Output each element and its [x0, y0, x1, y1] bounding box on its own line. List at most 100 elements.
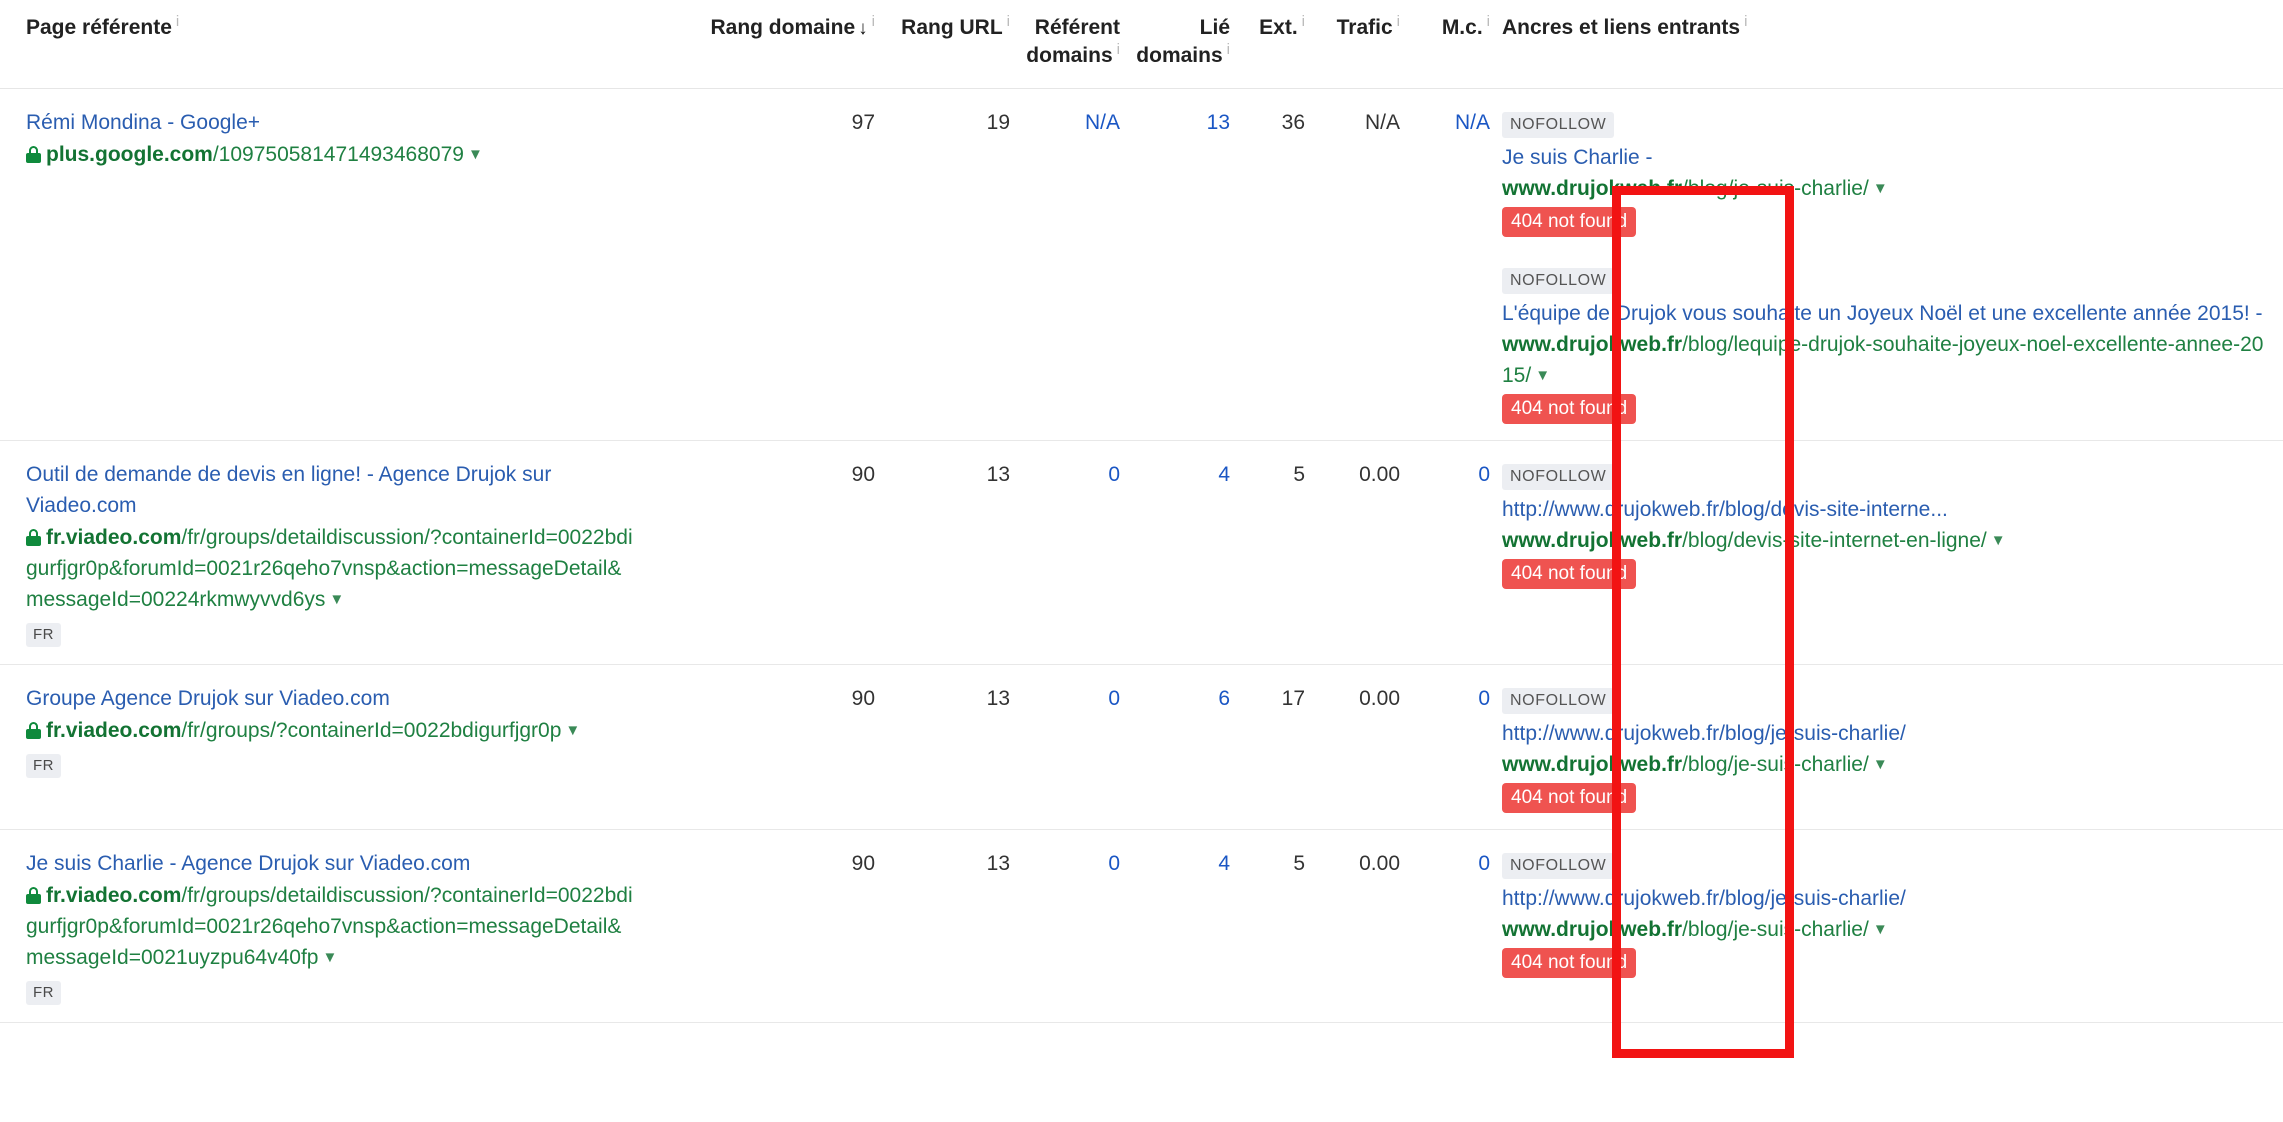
cell-referent-domains-value[interactable]: N/A: [1085, 111, 1120, 134]
column-header-page-referente[interactable]: Page référente i: [0, 0, 660, 89]
cell-mc: 0: [1400, 829, 1490, 1023]
anchor-text-link[interactable]: http://www.drujokweb.fr/blog/devis-site-…: [1502, 494, 2273, 525]
info-icon[interactable]: i: [1227, 41, 1230, 58]
referring-page-title-link[interactable]: Rémi Mondina - Google+: [26, 107, 638, 138]
cell-mc-value[interactable]: 0: [1478, 852, 1490, 875]
target-url-domain: www.drujokweb.fr: [1502, 333, 1683, 356]
anchor-text-link[interactable]: http://www.drujokweb.fr/blog/je-suis-cha…: [1502, 883, 2273, 914]
column-label-page-referente: Page référente: [26, 16, 172, 39]
referring-page-url[interactable]: plus.google.com/109750581471493468079 ▼: [26, 139, 638, 170]
cell-referent-domains-value[interactable]: 0: [1108, 463, 1120, 486]
info-icon[interactable]: i: [1397, 13, 1400, 30]
cell-ext-value: 36: [1281, 111, 1305, 134]
cell-ext-value: 17: [1281, 687, 1305, 710]
cell-mc-value[interactable]: N/A: [1455, 111, 1490, 134]
target-url[interactable]: www.drujokweb.fr/blog/je-suis-charlie/▼: [1502, 749, 2273, 780]
cell-rang-url-value: 13: [986, 463, 1010, 486]
anchor-block: NOFOLLOW http://www.drujokweb.fr/blog/je-…: [1502, 683, 2273, 813]
sort-descending-icon[interactable]: ↓: [858, 18, 868, 39]
info-icon[interactable]: i: [1744, 13, 1747, 30]
target-url-domain: www.drujokweb.fr: [1502, 753, 1683, 776]
target-url[interactable]: www.drujokweb.fr/blog/je-suis-charlie/▼: [1502, 914, 2273, 945]
column-label-referent-line2: domains: [1026, 44, 1113, 67]
table-row: Rémi Mondina - Google+ plus.google.com/10…: [0, 88, 2283, 441]
target-url[interactable]: www.drujokweb.fr/blog/je-suis-charlie/▼: [1502, 173, 2273, 204]
target-url-domain: www.drujokweb.fr: [1502, 529, 1683, 552]
chevron-down-icon[interactable]: ▼: [565, 715, 580, 746]
chevron-down-icon[interactable]: ▼: [329, 584, 344, 615]
language-badge: FR: [26, 623, 61, 647]
url-domain: fr.viadeo.com: [46, 719, 182, 742]
column-label-lie-line2: domains: [1136, 44, 1223, 67]
url-domain: plus.google.com: [46, 143, 213, 166]
chevron-down-icon[interactable]: ▼: [1991, 525, 2006, 556]
target-url-path: /blog/devis-site-internet-en-ligne/: [1682, 529, 1987, 552]
cell-rang-domaine-value: 90: [851, 687, 875, 710]
referring-page-url[interactable]: fr.viadeo.com/fr/groups/?containerId=002…: [26, 715, 638, 746]
cell-referent-domains: 0: [1010, 440, 1120, 665]
info-icon[interactable]: i: [1302, 13, 1305, 30]
anchor-text-link[interactable]: Je suis Charlie -: [1502, 142, 2273, 173]
info-icon[interactable]: i: [1007, 13, 1010, 30]
cell-referent-domains-value[interactable]: 0: [1108, 852, 1120, 875]
target-url-path: /blog/je-suis-charlie/: [1682, 918, 1869, 941]
info-icon[interactable]: i: [1117, 41, 1120, 58]
cell-trafic-value: 0.00: [1359, 463, 1400, 486]
language-badge: FR: [26, 981, 61, 1005]
column-header-lie-domains[interactable]: Lié domains i: [1120, 0, 1230, 89]
cell-lie-domains-value[interactable]: 6: [1218, 687, 1230, 710]
column-header-mc[interactable]: M.c. i: [1400, 0, 1490, 89]
target-url-domain: www.drujokweb.fr: [1502, 918, 1683, 941]
referring-page-title-link[interactable]: Groupe Agence Drujok sur Viadeo.com: [26, 683, 638, 714]
referring-page-title-link[interactable]: Je suis Charlie - Agence Drujok sur Viad…: [26, 848, 638, 879]
chevron-down-icon[interactable]: ▼: [322, 942, 337, 973]
url-path: /109750581471493468079: [212, 143, 464, 166]
column-header-rang-domaine[interactable]: Rang domaine ↓ i: [660, 0, 875, 89]
cell-ext: 5: [1230, 829, 1305, 1023]
chevron-down-icon[interactable]: ▼: [1535, 360, 1550, 391]
column-header-rang-url[interactable]: Rang URL i: [875, 0, 1010, 89]
cell-lie-domains-value[interactable]: 13: [1207, 111, 1230, 134]
cell-referent-domains-value[interactable]: 0: [1108, 687, 1120, 710]
lock-icon: [26, 722, 41, 739]
cell-mc-value[interactable]: 0: [1478, 687, 1490, 710]
anchor-text-link[interactable]: L'équipe de Drujok vous souhaite un Joye…: [1502, 298, 2273, 329]
cell-rang-domaine: 90: [660, 440, 875, 665]
referring-page-url[interactable]: fr.viadeo.com/fr/groups/detaildiscussion…: [26, 880, 638, 973]
target-url[interactable]: www.drujokweb.fr/blog/devis-site-interne…: [1502, 525, 2273, 556]
anchor-block: NOFOLLOW http://www.drujokweb.fr/blog/je-…: [1502, 848, 2273, 978]
column-header-ext[interactable]: Ext. i: [1230, 0, 1305, 89]
cell-trafic: 0.00: [1305, 829, 1400, 1023]
chevron-down-icon[interactable]: ▼: [468, 139, 483, 170]
column-header-trafic[interactable]: Trafic i: [1305, 0, 1400, 89]
info-icon[interactable]: i: [176, 13, 179, 30]
chevron-down-icon[interactable]: ▼: [1873, 749, 1888, 780]
cell-lie-domains-value[interactable]: 4: [1218, 852, 1230, 875]
url-domain: fr.viadeo.com: [46, 884, 182, 907]
referring-page-title-link[interactable]: Outil de demande de devis en ligne! - Ag…: [26, 459, 638, 521]
url-domain: fr.viadeo.com: [46, 526, 182, 549]
anchor-text-link[interactable]: http://www.drujokweb.fr/blog/je-suis-cha…: [1502, 718, 2273, 749]
column-label-lie-line1: Lié: [1199, 16, 1230, 39]
chevron-down-icon[interactable]: ▼: [1873, 914, 1888, 945]
cell-lie-domains: 4: [1120, 440, 1230, 665]
cell-trafic-value: 0.00: [1359, 852, 1400, 875]
column-header-ancres[interactable]: Ancres et liens entrants i: [1490, 0, 2283, 89]
cell-lie-domains-value[interactable]: 4: [1218, 463, 1230, 486]
target-url-domain: www.drujokweb.fr: [1502, 177, 1683, 200]
info-icon[interactable]: i: [872, 13, 875, 30]
cell-rang-domaine-value: 90: [851, 852, 875, 875]
cell-mc-value[interactable]: 0: [1478, 463, 1490, 486]
column-header-referent-domains[interactable]: Référent domains i: [1010, 0, 1120, 89]
chevron-down-icon[interactable]: ▼: [1873, 173, 1888, 204]
backlinks-table: Page référente i Rang domaine ↓ i Rang URL i…: [0, 0, 2283, 1023]
info-icon[interactable]: i: [1487, 13, 1490, 30]
cell-ancres-et-liens-entrants: NOFOLLOW Je suis Charlie - www.drujokweb.f…: [1490, 88, 2283, 441]
target-url[interactable]: www.drujokweb.fr/blog/lequipe-drujok-sou…: [1502, 329, 2273, 391]
cell-ancres-et-liens-entrants: NOFOLLOW http://www.drujokweb.fr/blog/je-…: [1490, 664, 2283, 830]
column-label-referent-line1: Référent: [1034, 16, 1120, 39]
lock-icon: [26, 529, 41, 546]
referring-page-url[interactable]: fr.viadeo.com/fr/groups/detaildiscussion…: [26, 522, 638, 615]
cell-ext: 17: [1230, 664, 1305, 830]
cell-trafic-value: 0.00: [1359, 687, 1400, 710]
